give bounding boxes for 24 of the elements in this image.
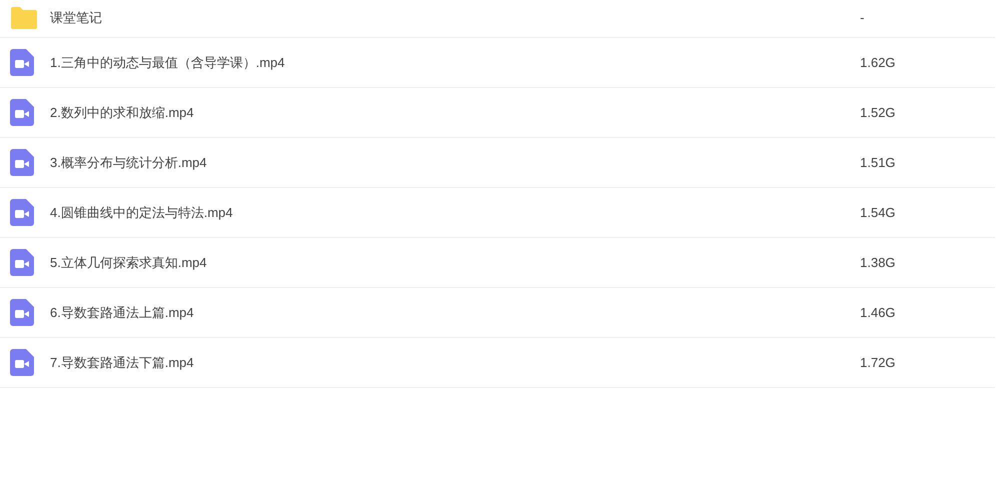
file-name[interactable]: 7.导数套路通法下篇.mp4 [50,352,860,372]
video-file-icon [10,149,34,176]
file-size: 1.54G [860,204,896,222]
video-file-icon [10,249,34,276]
file-name[interactable]: 4.圆锥曲线中的定法与特法.mp4 [50,202,860,222]
file-size: - [860,8,864,27]
file-name[interactable]: 3.概率分布与统计分析.mp4 [50,152,860,172]
file-size: 1.51G [860,154,896,172]
file-size: 1.52G [860,104,896,122]
file-size: 1.38G [860,254,896,272]
folder-icon [10,6,38,30]
file-name[interactable]: 6.导数套路通法上篇.mp4 [50,302,860,322]
video-file-icon [10,99,34,126]
video-file-icon [10,299,34,326]
file-size: 1.72G [860,354,896,372]
video-file-icon [10,349,34,376]
file-name[interactable]: 5.立体几何探索求真知.mp4 [50,252,860,272]
file-size: 1.62G [860,54,896,72]
file-name[interactable]: 课堂笔记 [50,8,860,28]
file-name[interactable]: 2.数列中的求和放缩.mp4 [50,102,860,122]
video-file-icon [10,49,34,76]
file-name[interactable]: 1.三角中的动态与最值（含导学课）.mp4 [50,52,860,72]
file-size: 1.46G [860,304,896,322]
video-file-icon [10,199,34,226]
